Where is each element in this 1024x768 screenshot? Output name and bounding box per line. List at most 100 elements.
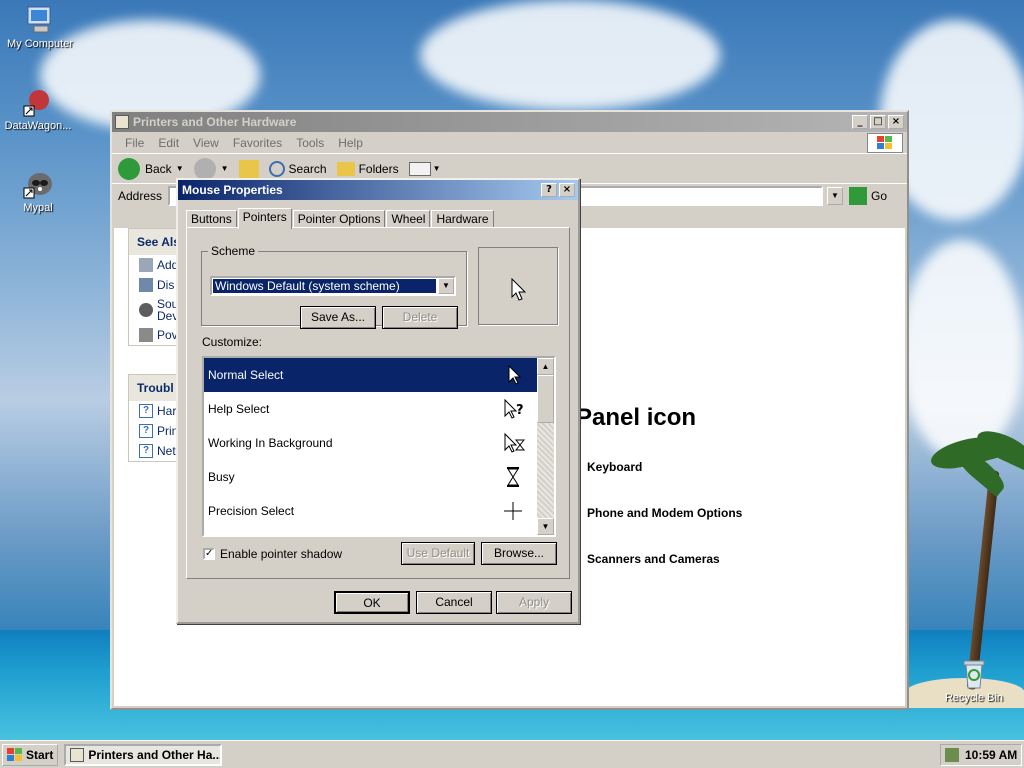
use-default-button[interactable]: Use Default [401, 542, 475, 565]
chevron-down-icon: ▼ [175, 164, 184, 173]
list-item[interactable]: Normal Select [204, 358, 541, 392]
crosshair-cursor-icon [504, 502, 522, 520]
menu-edit[interactable]: Edit [151, 136, 186, 150]
address-dropdown-button[interactable]: ▼ [826, 187, 843, 205]
help-button[interactable]: ? [541, 183, 557, 197]
pointer-preview [478, 247, 558, 325]
menu-tools[interactable]: Tools [289, 136, 331, 150]
mypal-raccoon-icon [22, 168, 54, 200]
tab-buttons[interactable]: Buttons [186, 210, 237, 228]
datawagon-shortcut-icon [22, 86, 54, 118]
pointer-shadow-label: Enable pointer shadow [220, 547, 343, 561]
scheme-legend: Scheme [211, 244, 256, 258]
system-tray: 10:59 AM [940, 743, 1022, 766]
desktop-icon-mypal[interactable]: Mypal [0, 168, 78, 214]
tab-hardware[interactable]: Hardware [431, 210, 494, 228]
working-cursor-icon [504, 432, 525, 453]
search-button[interactable]: Search [268, 160, 327, 177]
chevron-down-icon[interactable]: ▼ [438, 278, 454, 294]
go-button[interactable]: Go [848, 187, 887, 205]
help-cursor-icon: ? [504, 398, 524, 419]
up-folder-icon [238, 159, 259, 178]
list-item[interactable]: Precision Select [204, 494, 541, 528]
list-item[interactable]: Busy [204, 460, 541, 494]
arrow-cursor-icon [508, 364, 522, 385]
dialog-title: Mouse Properties [182, 183, 283, 197]
up-folder-button[interactable] [238, 159, 259, 178]
apply-button[interactable]: Apply [496, 591, 572, 614]
sound-icon [139, 303, 153, 317]
back-button[interactable]: Back ▼ [118, 157, 184, 180]
help-icon: ? [139, 444, 153, 458]
scheme-select[interactable]: Windows Default (system scheme) ▼ [210, 276, 456, 296]
pointer-list[interactable]: Normal Select Help Select ? Working In B… [202, 356, 556, 537]
scheme-select-value: Windows Default (system scheme) [213, 279, 436, 293]
desktop-icon-my-computer[interactable]: My Computer [0, 4, 80, 50]
forward-button[interactable]: ▼ [193, 157, 229, 180]
desktop-icon-recycle-bin[interactable]: Recycle Bin [934, 658, 1014, 704]
menu-help[interactable]: Help [331, 136, 370, 150]
printer-folder-icon [115, 115, 129, 129]
menu-favorites[interactable]: Favorites [226, 136, 289, 150]
hourglass-cursor-icon [507, 467, 519, 487]
tab-pointer-options[interactable]: Pointer Options [292, 210, 386, 228]
safely-remove-hardware-icon[interactable] [945, 747, 959, 762]
ok-button[interactable]: OK [334, 591, 410, 614]
pointer-list-scrollbar[interactable]: ▲ ▼ [537, 358, 554, 535]
help-icon: ? [139, 424, 153, 438]
desktop-icon-label: DataWagon... [4, 120, 72, 132]
dialog-title-bar[interactable]: Mouse Properties ? × [178, 180, 578, 200]
desktop-icon-label: My Computer [6, 38, 74, 50]
tab-pointers[interactable]: Pointers [237, 208, 292, 229]
views-button[interactable]: ▼ [408, 161, 441, 176]
cloud-decoration [420, 0, 720, 110]
views-icon [408, 161, 431, 176]
menu-view[interactable]: View [186, 136, 226, 150]
mouse-properties-dialog[interactable]: Mouse Properties ? × Buttons Pointers Po… [176, 178, 580, 624]
delete-button[interactable]: Delete [382, 306, 458, 329]
scroll-thumb[interactable] [537, 375, 554, 423]
close-button[interactable]: × [888, 115, 904, 129]
arrow-cursor-icon [511, 278, 527, 301]
cancel-button[interactable]: Cancel [416, 591, 492, 614]
taskbar: Start Printers and Other Ha... 10:59 AM [0, 740, 1024, 768]
windows-logo-icon [867, 132, 903, 153]
desktop-icon-datawagon[interactable]: DataWagon... [0, 86, 78, 132]
pointer-shadow-checkbox[interactable]: ✓ [203, 548, 215, 560]
list-item[interactable]: Help Select ? [204, 392, 541, 426]
scroll-up-icon[interactable]: ▲ [537, 358, 554, 375]
windows-logo-icon [7, 747, 22, 761]
desktop-icon-label: Recycle Bin [944, 692, 1004, 704]
folders-button[interactable]: Folders [336, 161, 399, 176]
go-arrow-icon [848, 187, 867, 205]
save-as-button[interactable]: Save As... [300, 306, 376, 329]
recycle-bin-icon [958, 658, 990, 690]
address-label: Address [118, 189, 163, 203]
tab-strip: Buttons Pointers Pointer Options Wheel H… [186, 208, 495, 229]
menu-bar: File Edit View Favorites Tools Help [112, 132, 907, 154]
menu-file[interactable]: File [118, 136, 151, 150]
hardware-icon [139, 258, 153, 272]
explorer-title: Printers and Other Hardware [133, 115, 297, 129]
chevron-down-icon: ▼ [432, 164, 441, 173]
control-panel-link-keyboard[interactable]: Keyboard [587, 460, 642, 474]
control-panel-link-phone-modem[interactable]: Phone and Modem Options [587, 506, 742, 520]
start-button[interactable]: Start [2, 743, 59, 766]
browse-button[interactable]: Browse... [481, 542, 557, 565]
scroll-down-icon[interactable]: ▼ [537, 518, 554, 535]
list-item[interactable]: Working In Background [204, 426, 541, 460]
customize-label: Customize: [202, 335, 263, 349]
back-arrow-icon [118, 157, 140, 180]
minimize-button[interactable]: _ [852, 115, 868, 129]
scheme-group: Scheme Windows Default (system scheme) ▼… [201, 244, 467, 329]
clock[interactable]: 10:59 AM [965, 748, 1017, 762]
control-panel-link-scanners-cameras[interactable]: Scanners and Cameras [587, 552, 720, 566]
explorer-title-bar[interactable]: Printers and Other Hardware _ □ × [112, 112, 907, 132]
maximize-button[interactable]: □ [870, 115, 886, 129]
close-button[interactable]: × [559, 183, 575, 197]
tab-wheel[interactable]: Wheel [386, 210, 431, 228]
chevron-down-icon: ▼ [220, 164, 229, 173]
power-icon [139, 328, 153, 342]
display-icon [139, 278, 153, 292]
taskbar-button-printers[interactable]: Printers and Other Ha... [64, 743, 223, 766]
